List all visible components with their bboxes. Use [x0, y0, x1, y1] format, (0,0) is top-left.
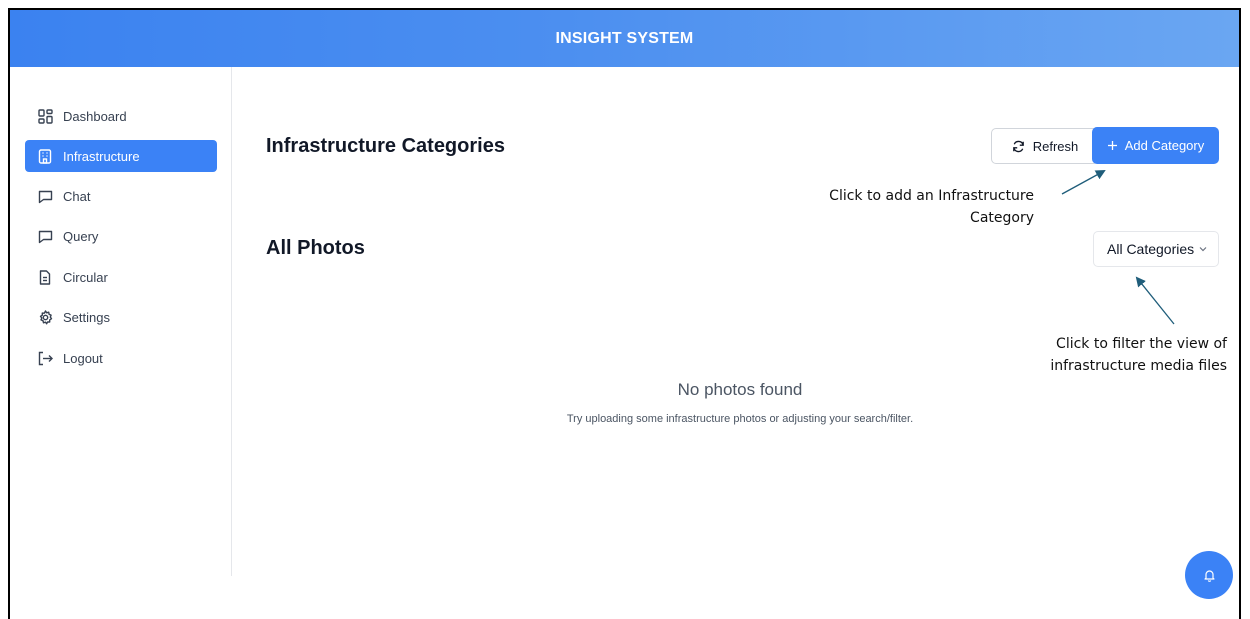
app-window: INSIGHT SYSTEM Dashboard Infrastructure …: [8, 8, 1241, 619]
empty-state-title: No photos found: [677, 380, 803, 399]
empty-state-message: Try uploading some infrastructure photos…: [566, 413, 914, 425]
arrow-to-add-category: [1061, 170, 1106, 195]
arrow-to-category-filter: [1135, 276, 1175, 325]
notifications-button[interactable]: [1185, 551, 1233, 599]
annotation-arrows: [1061, 170, 1175, 325]
bell-icon: [1203, 569, 1215, 582]
